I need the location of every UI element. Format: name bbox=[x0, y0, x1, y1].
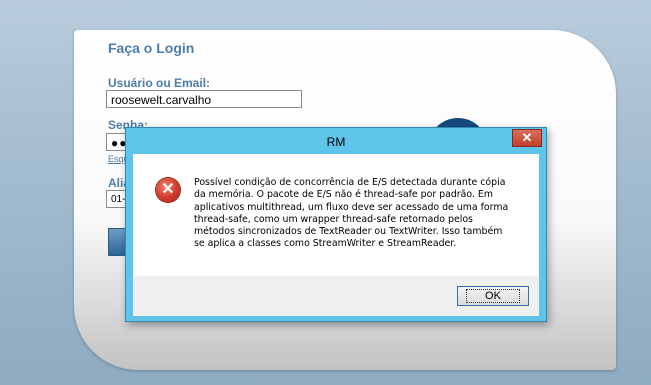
username-field[interactable]: roosewelt.carvalho bbox=[106, 90, 302, 108]
error-dialog: RM ✕ ✕ Possível condição de concorrência… bbox=[125, 127, 547, 322]
login-title: Faça o Login bbox=[108, 40, 195, 56]
close-button[interactable]: ✕ bbox=[512, 129, 542, 147]
username-label: Usuário ou Email: bbox=[108, 76, 211, 90]
dialog-title: RM bbox=[326, 135, 346, 149]
ok-button-label: OK bbox=[466, 289, 520, 303]
dialog-body: ✕ Possível condição de concorrência de E… bbox=[133, 154, 539, 316]
ok-button[interactable]: OK bbox=[457, 286, 529, 306]
close-icon: ✕ bbox=[521, 130, 533, 145]
dialog-message: Possível condição de concorrência de E/S… bbox=[194, 177, 509, 250]
error-icon: ✕ bbox=[156, 178, 180, 202]
dialog-content: ✕ Possível condição de concorrência de E… bbox=[133, 154, 539, 276]
